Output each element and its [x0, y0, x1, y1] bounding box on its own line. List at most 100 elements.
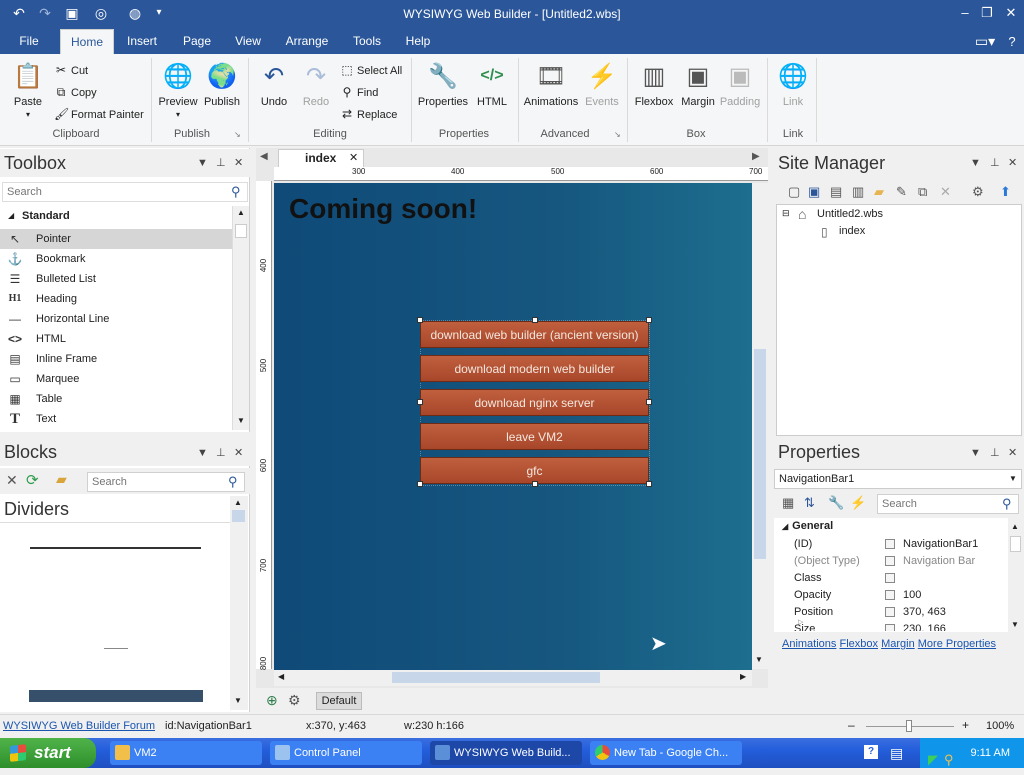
delete-page-icon[interactable]: ✕ [940, 184, 951, 200]
dialog-launcher-icon[interactable]: ↘ [614, 130, 621, 139]
dialog-launcher-icon[interactable]: ↘ [234, 130, 241, 139]
scroll-down-icon[interactable]: ▼ [755, 655, 763, 664]
paste-button[interactable]: 📋 Paste ▾ [8, 58, 48, 120]
tab-help[interactable]: Help [398, 29, 438, 54]
redo-button[interactable]: ↷ Redo [296, 58, 336, 109]
site-root-label[interactable]: Untitled2.wbs [817, 208, 883, 220]
property-row[interactable]: (Object Type) Navigation Bar [777, 553, 1007, 570]
resize-handle[interactable] [646, 317, 652, 323]
margin-link[interactable]: Margin [881, 638, 915, 650]
layout-settings-icon[interactable]: ⚙ [288, 692, 301, 709]
tab-arrange[interactable]: Arrange [280, 29, 334, 54]
close-panel-icon[interactable]: ✕ [1008, 156, 1017, 169]
tab-page[interactable]: Page [176, 29, 218, 54]
pin-icon[interactable]: ⊥ [990, 446, 1000, 459]
close-panel-icon[interactable]: ✕ [234, 156, 243, 169]
preview-button[interactable]: 🌐 Preview ▾ [156, 58, 200, 120]
copy-button[interactable]: ⧉ Copy [54, 83, 97, 101]
property-row[interactable]: (ID) NavigationBar1 [777, 536, 1007, 553]
close-panel-icon[interactable]: ✕ [234, 446, 243, 459]
pin-icon[interactable]: ⊥ [216, 156, 226, 169]
add-layout-icon[interactable]: ⊕ [266, 692, 278, 709]
more-properties-link[interactable]: More Properties [918, 638, 996, 650]
divider-preview[interactable] [29, 690, 203, 702]
page-canvas[interactable]: Coming soon! download web builder (ancie… [274, 183, 752, 670]
edit-page-icon[interactable]: ✎ [896, 184, 907, 200]
property-row[interactable]: Opacity 100 [777, 587, 1007, 604]
blocks-scrollbar[interactable]: ▲ ▼ [230, 496, 248, 710]
scroll-thumb[interactable] [235, 224, 247, 238]
property-checkbox[interactable] [885, 539, 895, 549]
document-tab[interactable]: index ✕ [278, 149, 364, 167]
layout-icon[interactable]: ▭▾ [970, 29, 1000, 54]
animations-link[interactable]: Animations [782, 638, 836, 650]
zoom-slider-thumb[interactable] [906, 720, 912, 732]
object-selector[interactable]: NavigationBar1 ▼ [774, 469, 1022, 489]
resize-handle[interactable] [532, 481, 538, 487]
wrench-icon[interactable]: 🔧 [828, 495, 844, 511]
scroll-thumb[interactable] [1010, 536, 1021, 552]
editor-hscrollbar[interactable]: ◀ ▶ [274, 669, 752, 686]
zoom-in-icon[interactable]: + [962, 718, 969, 732]
margin-button[interactable]: ▣ Margin [678, 58, 718, 109]
flexbox-link[interactable]: Flexbox [839, 638, 878, 650]
nav-button[interactable]: download modern web builder [420, 355, 649, 382]
toolbox-item[interactable]: ↖ Pointer [0, 229, 232, 249]
toolbox-search-input[interactable] [2, 182, 248, 202]
replace-button[interactable]: ⇄ Replace [340, 105, 397, 123]
scroll-left-icon[interactable]: ◀ [278, 672, 284, 681]
link-button[interactable]: 🌐 Link [772, 58, 814, 109]
toolbox-item[interactable]: ▤ Inline Frame [0, 349, 232, 369]
property-row[interactable]: Class [777, 570, 1007, 587]
search-icon[interactable]: ⚲ [228, 474, 238, 490]
move-up-icon[interactable]: ⬆ [1000, 184, 1011, 200]
help-icon[interactable]: ? [1002, 29, 1022, 54]
close-icon[interactable]: ✕ [996, 0, 1024, 26]
site-page-label[interactable]: index [839, 225, 865, 237]
tray-network-icon[interactable]: ◤ [928, 745, 938, 775]
select-all-button[interactable]: ⬚ Select All [340, 61, 402, 79]
animations-button[interactable]: 🎞 Animations [522, 58, 580, 109]
page-properties-icon[interactable]: ▣ [808, 184, 820, 200]
taskbar-item[interactable]: WYSIWYG Web Build... [430, 741, 582, 765]
taskbar-item[interactable]: VM2 [110, 741, 262, 765]
properties-scrollbar[interactable]: ▲ ▼ [1008, 520, 1023, 632]
undo-button[interactable]: ↶ Undo [254, 58, 294, 109]
delete-icon[interactable]: ✕ [6, 472, 18, 489]
format-painter-button[interactable]: 🖌 Format Painter [54, 105, 144, 123]
events-icon[interactable]: ⚡ [850, 495, 866, 511]
scroll-up-icon[interactable]: ▲ [1011, 522, 1019, 531]
search-icon[interactable]: ⚲ [231, 184, 241, 200]
resize-handle[interactable] [532, 317, 538, 323]
document-icon[interactable]: ▥ [852, 184, 864, 200]
tab-insert[interactable]: Insert [120, 29, 164, 54]
tab-view[interactable]: View [228, 29, 268, 54]
page-icon[interactable]: ▤ [830, 184, 842, 200]
resize-handle[interactable] [417, 317, 423, 323]
toolbox-item[interactable]: — Horizontal Line [0, 309, 232, 329]
publish-button[interactable]: 🌍 Publish [201, 58, 243, 109]
panel-dropdown-icon[interactable]: ▼ [197, 447, 208, 459]
duplicate-icon[interactable]: ⧉ [918, 184, 927, 200]
property-checkbox[interactable] [885, 590, 895, 600]
resize-handle[interactable] [417, 481, 423, 487]
property-checkbox[interactable] [885, 556, 895, 566]
scroll-down-icon[interactable]: ▼ [237, 416, 245, 425]
tab-file[interactable]: File [8, 29, 50, 54]
tab-tools[interactable]: Tools [346, 29, 388, 54]
refresh-icon[interactable]: ⟳ [26, 471, 39, 489]
toolbox-category[interactable]: ◢ Standard [0, 206, 232, 226]
property-row[interactable]: Position 370, 463 [777, 604, 1007, 621]
scroll-thumb[interactable] [392, 672, 600, 683]
property-checkbox[interactable] [885, 573, 895, 583]
folder-add-icon[interactable]: ▰ [56, 471, 67, 488]
tab-scroll-right-icon[interactable]: ▶ [752, 151, 760, 162]
scroll-thumb[interactable] [754, 349, 766, 559]
editor-vscrollbar[interactable]: ▼ [752, 183, 768, 669]
events-button[interactable]: ⚡ Events [582, 58, 622, 109]
cut-button[interactable]: ✂ Cut [54, 61, 88, 79]
scroll-up-icon[interactable]: ▲ [234, 498, 242, 507]
resize-handle[interactable] [417, 399, 423, 405]
sort-az-icon[interactable]: ⇅ [804, 495, 815, 511]
coming-soon-heading[interactable]: Coming soon! [289, 193, 477, 225]
